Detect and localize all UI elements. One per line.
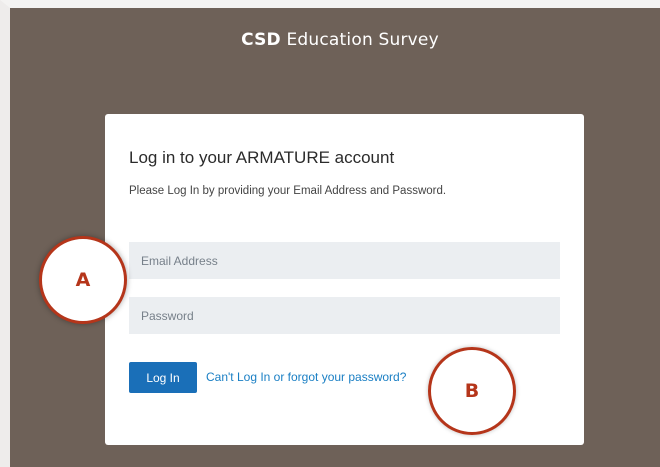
email-field[interactable] xyxy=(129,242,560,279)
login-button[interactable]: Log In xyxy=(129,362,197,393)
page-background: CSD Education Survey Log in to your ARMA… xyxy=(0,0,660,467)
login-instructions: Please Log In by providing your Email Ad… xyxy=(129,185,447,197)
app-title-rest: Education Survey xyxy=(280,30,439,50)
password-field[interactable] xyxy=(129,297,560,334)
login-heading: Log in to your ARMATURE account xyxy=(129,148,395,167)
annotation-marker-a: A xyxy=(39,236,127,324)
app-title-bold: CSD xyxy=(241,30,281,50)
app-title: CSD Education Survey xyxy=(20,30,660,50)
forgot-password-link[interactable]: Can't Log In or forgot your password? xyxy=(206,370,406,384)
annotation-marker-b: B xyxy=(428,347,516,435)
